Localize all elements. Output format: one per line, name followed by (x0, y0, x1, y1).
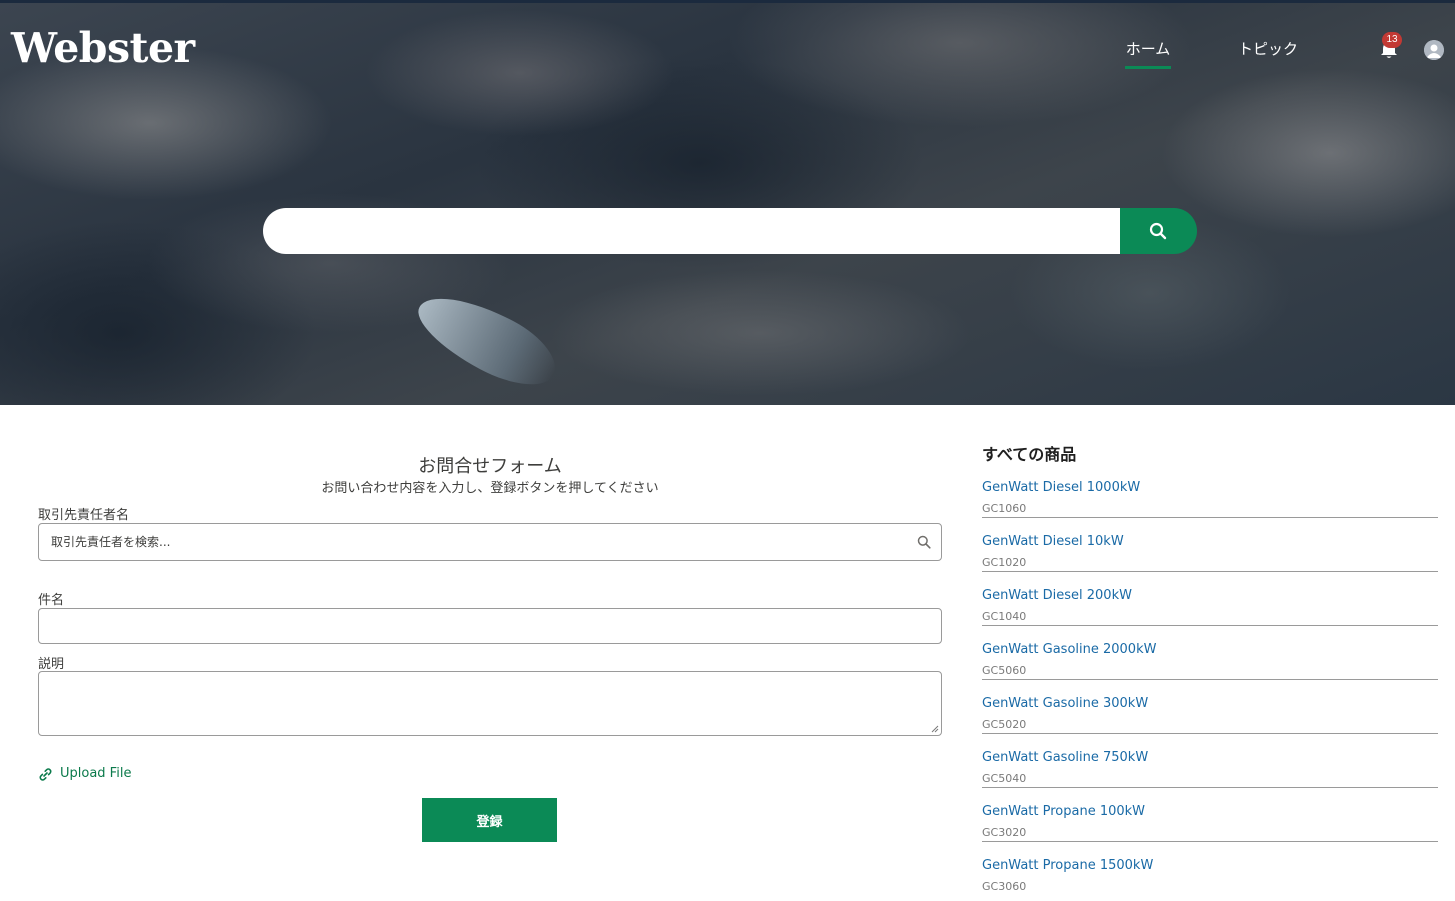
user-avatar[interactable] (1424, 40, 1444, 60)
description-field (38, 671, 942, 736)
hero-banner: Webster ホーム トピック 13 (0, 3, 1455, 405)
divider (982, 787, 1438, 788)
product-item: GenWatt Gasoline 300kW GC5020 (982, 696, 1438, 750)
product-link[interactable]: GenWatt Diesel 200kW (982, 588, 1132, 603)
product-link[interactable]: GenWatt Propane 100kW (982, 804, 1145, 819)
divider (982, 841, 1438, 842)
product-item: GenWatt Diesel 10kW GC1020 (982, 534, 1438, 588)
products-heading: すべての商品 (982, 445, 1077, 464)
divider (982, 679, 1438, 680)
nav-item-home[interactable]: ホーム (1125, 38, 1171, 69)
nav-item-topics[interactable]: トピック (1238, 38, 1298, 59)
product-code: GC3020 (982, 826, 1027, 839)
product-code: GC3060 (982, 880, 1027, 893)
product-link[interactable]: GenWatt Gasoline 300kW (982, 696, 1148, 711)
form-title: お問合せフォーム (418, 456, 562, 477)
product-item: GenWatt Diesel 200kW GC1040 (982, 588, 1438, 642)
divider (982, 517, 1438, 518)
subject-input[interactable] (39, 609, 941, 643)
description-label: 説明 (38, 657, 65, 672)
submit-button[interactable]: 登録 (422, 798, 557, 842)
product-code: GC5040 (982, 772, 1027, 785)
site-logo[interactable]: Webster (11, 24, 195, 72)
product-item: GenWatt Propane 1500kW GC3060 (982, 858, 1438, 898)
search-input[interactable] (263, 208, 1120, 254)
link-icon (39, 768, 52, 781)
resize-handle-icon[interactable] (931, 725, 939, 733)
product-link[interactable]: GenWatt Propane 1500kW (982, 858, 1153, 873)
search-button[interactable] (1120, 208, 1197, 254)
divider (982, 625, 1438, 626)
product-link[interactable]: GenWatt Gasoline 2000kW (982, 642, 1156, 657)
upload-file-label: Upload File (60, 766, 132, 781)
divider (982, 571, 1438, 572)
subject-field (38, 608, 942, 644)
search-icon (1149, 222, 1167, 240)
search-bar (263, 208, 1197, 254)
product-item: GenWatt Gasoline 750kW GC5040 (982, 750, 1438, 804)
divider (982, 733, 1438, 734)
product-item: GenWatt Gasoline 2000kW GC5060 (982, 642, 1438, 696)
contact-search-input[interactable] (39, 524, 941, 560)
product-link[interactable]: GenWatt Diesel 10kW (982, 534, 1124, 549)
contact-label: 取引先責任者名 (38, 508, 130, 523)
product-item: GenWatt Diesel 1000kW GC1060 (982, 480, 1438, 534)
product-code: GC5020 (982, 718, 1027, 731)
subject-label: 件名 (38, 593, 65, 608)
hero-background-image (407, 279, 567, 401)
product-link[interactable]: GenWatt Diesel 1000kW (982, 480, 1140, 495)
product-code: GC1040 (982, 610, 1027, 623)
product-code: GC1060 (982, 502, 1027, 515)
product-item: GenWatt Propane 100kW GC3020 (982, 804, 1438, 858)
form-subtitle: お問い合わせ内容を入力し、登録ボタンを押してください (321, 481, 659, 496)
product-code: GC1020 (982, 556, 1027, 569)
description-textarea[interactable] (39, 672, 941, 735)
notifications-badge: 13 (1382, 32, 1402, 48)
product-code: GC5060 (982, 664, 1027, 677)
contact-lookup-field (38, 523, 942, 561)
product-link[interactable]: GenWatt Gasoline 750kW (982, 750, 1148, 765)
search-icon[interactable] (917, 535, 931, 549)
